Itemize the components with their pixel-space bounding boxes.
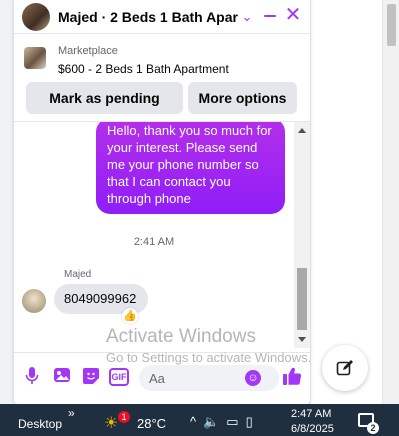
sender-avatar[interactable] <box>22 289 46 313</box>
contact-avatar[interactable] <box>22 2 50 31</box>
desktop-toolbar-label[interactable]: Desktop <box>18 417 62 431</box>
listing-label: Marketplace <box>58 45 118 57</box>
weather-widget[interactable]: ☀ 1 <box>104 411 130 432</box>
close-icon[interactable]: ✕ <box>284 5 302 25</box>
emoji-icon[interactable]: ☺ <box>245 370 261 386</box>
clock-time[interactable]: 2:47 AM <box>291 408 331 420</box>
minimize-icon[interactable] <box>262 8 278 24</box>
microphone-svg <box>25 367 39 384</box>
tray-chevron-up-icon[interactable]: ^ <box>190 414 203 429</box>
message-timestamp: 2:41 AM <box>133 236 175 248</box>
scroll-up-arrow-icon[interactable] <box>298 128 306 133</box>
system-tray[interactable]: ^🔈▭▯ <box>190 414 260 430</box>
thumbs-up-reaction-icon[interactable]: 👍 <box>122 308 138 324</box>
more-options-button[interactable]: More options <box>188 82 297 114</box>
temperature[interactable]: 28°C <box>137 416 166 431</box>
outgoing-message[interactable]: Hello, thank you so much for your intere… <box>96 122 285 214</box>
clock-date[interactable]: 6/8/2025 <box>291 423 334 435</box>
gif-icon[interactable]: GIF <box>109 368 129 386</box>
notification-count: 2 <box>367 422 379 434</box>
compose-icon <box>336 360 353 376</box>
page-background <box>311 0 382 404</box>
message-list: Hello, thank you so much for your intere… <box>14 122 310 348</box>
chat-window: Majed · 2 Beds 1 Bath Apar... ⌄ ✕ Market… <box>14 0 310 404</box>
mark-as-pending-button[interactable]: Mark as pending <box>26 82 183 114</box>
weather-badge: 1 <box>118 411 130 423</box>
listing-title[interactable]: $600 - 2 Beds 1 Bath Apartment <box>58 62 229 76</box>
chevron-down-icon[interactable]: ⌄ <box>240 9 254 25</box>
image-icon[interactable] <box>52 367 72 387</box>
chat-title[interactable]: Majed · 2 Beds 1 Bath Apar... <box>58 9 238 25</box>
sender-name: Majed <box>64 269 92 280</box>
chat-header[interactable]: Majed · 2 Beds 1 Bath Apar... ⌄ ✕ <box>14 0 310 34</box>
volume-icon[interactable]: 🔈 <box>203 414 226 429</box>
listing-thumbnail[interactable] <box>24 47 46 69</box>
message-composer: GIF ☺ <box>14 352 310 404</box>
scroll-down-arrow-icon[interactable] <box>298 337 306 342</box>
thumbs-up-svg <box>283 367 302 385</box>
message-scrollbar-thumb[interactable] <box>297 268 307 330</box>
taskbar-overflow-chevron[interactable]: » <box>68 406 75 420</box>
sticker-svg <box>83 368 99 384</box>
message-scrollbar[interactable] <box>294 122 310 348</box>
battery-icon[interactable]: ▯ <box>246 414 260 429</box>
page-scrollbar-thumb[interactable] <box>387 4 396 46</box>
sticker-icon[interactable] <box>81 367 101 387</box>
network-icon[interactable]: ▭ <box>226 414 245 429</box>
page-scrollbar[interactable] <box>382 0 399 404</box>
taskbar: » Desktop ☀ 1 28°C ^🔈▭▯ 2:47 AM 6/8/2025… <box>0 404 399 436</box>
microphone-icon[interactable] <box>22 367 42 387</box>
thumbs-up-send-icon[interactable] <box>281 366 303 388</box>
marketplace-listing: Marketplace $600 - 2 Beds 1 Bath Apartme… <box>14 36 310 122</box>
new-message-button[interactable] <box>322 345 368 391</box>
image-svg <box>54 368 70 382</box>
weather-sun-icon: ☀ <box>104 415 119 432</box>
screen: Majed · 2 Beds 1 Bath Apar... ⌄ ✕ Market… <box>0 0 399 436</box>
